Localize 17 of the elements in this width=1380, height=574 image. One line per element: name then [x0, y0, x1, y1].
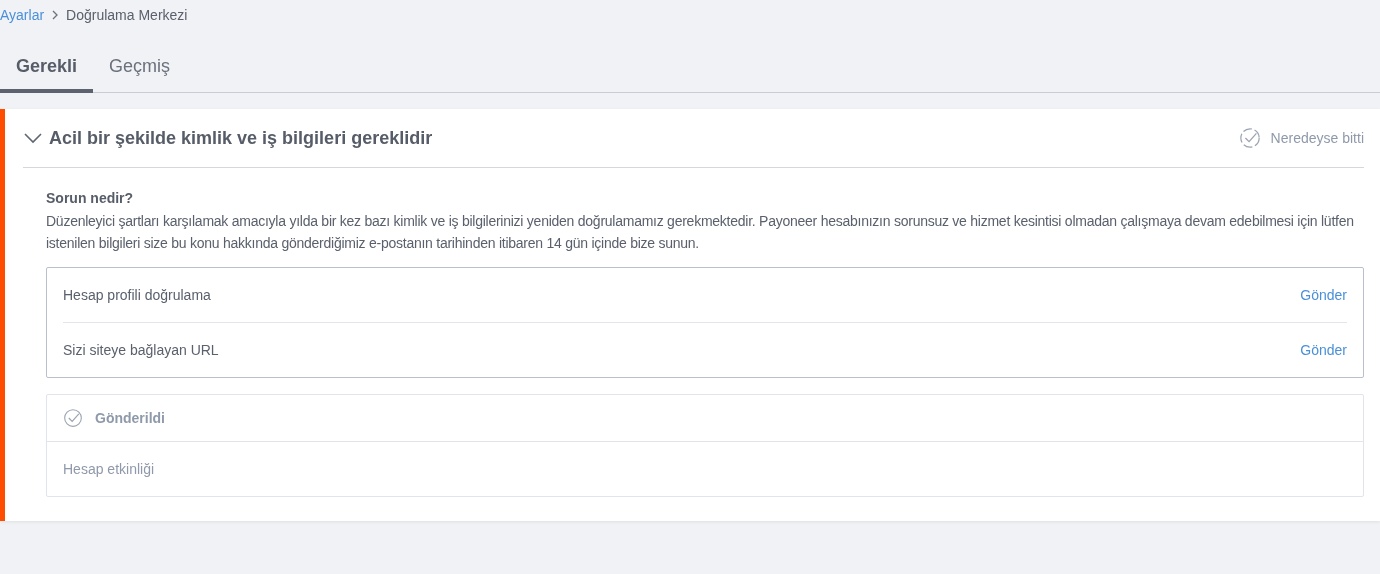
- send-link[interactable]: Gönder: [1300, 287, 1347, 303]
- tab[interactable]: Geçmiş: [93, 50, 187, 93]
- card-title: Acil bir şekilde kimlik ve iş bilgileri gereklidir: [49, 127, 433, 149]
- item-label: Hesap etkinliği: [63, 461, 155, 477]
- description-text: Düzenleyici şartları karşılamak amacıyla yılda bir kez bazı kimlik ve iş bilgilerinizi yeniden doğrulamamız gerekmektedir. Payoneer hesabınızın sorunsuz ve hizmet kesintisi olmadan çalışmaya devam edebilmesi için lütfen istenilen bilgileri size bu konu hakkında gönderdiğimiz e-postanın tarihinden itibaren 14 gün içinde bize sunun.: [46, 212, 1355, 253]
- check-circle-icon: [63, 408, 83, 428]
- item-label: Sizi siteye bağlayan URL: [63, 342, 219, 358]
- section-title: Gönderildi: [95, 410, 165, 426]
- item-label: Hesap profili doğrulama: [63, 287, 211, 303]
- send-link[interactable]: Gönder: [1300, 342, 1347, 358]
- question-heading: Sorun nedir?: [46, 190, 135, 206]
- chevron-icon: [52, 10, 59, 20]
- tab[interactable]: Gerekli: [0, 50, 94, 93]
- breadcrumb-link[interactable]: Ayarlar: [0, 7, 45, 23]
- check-circle-icon: [1238, 127, 1261, 149]
- status-label: Neredeyse bitti: [1270, 130, 1364, 146]
- breadcrumb-current: Doğrulama Merkezi: [66, 7, 188, 23]
